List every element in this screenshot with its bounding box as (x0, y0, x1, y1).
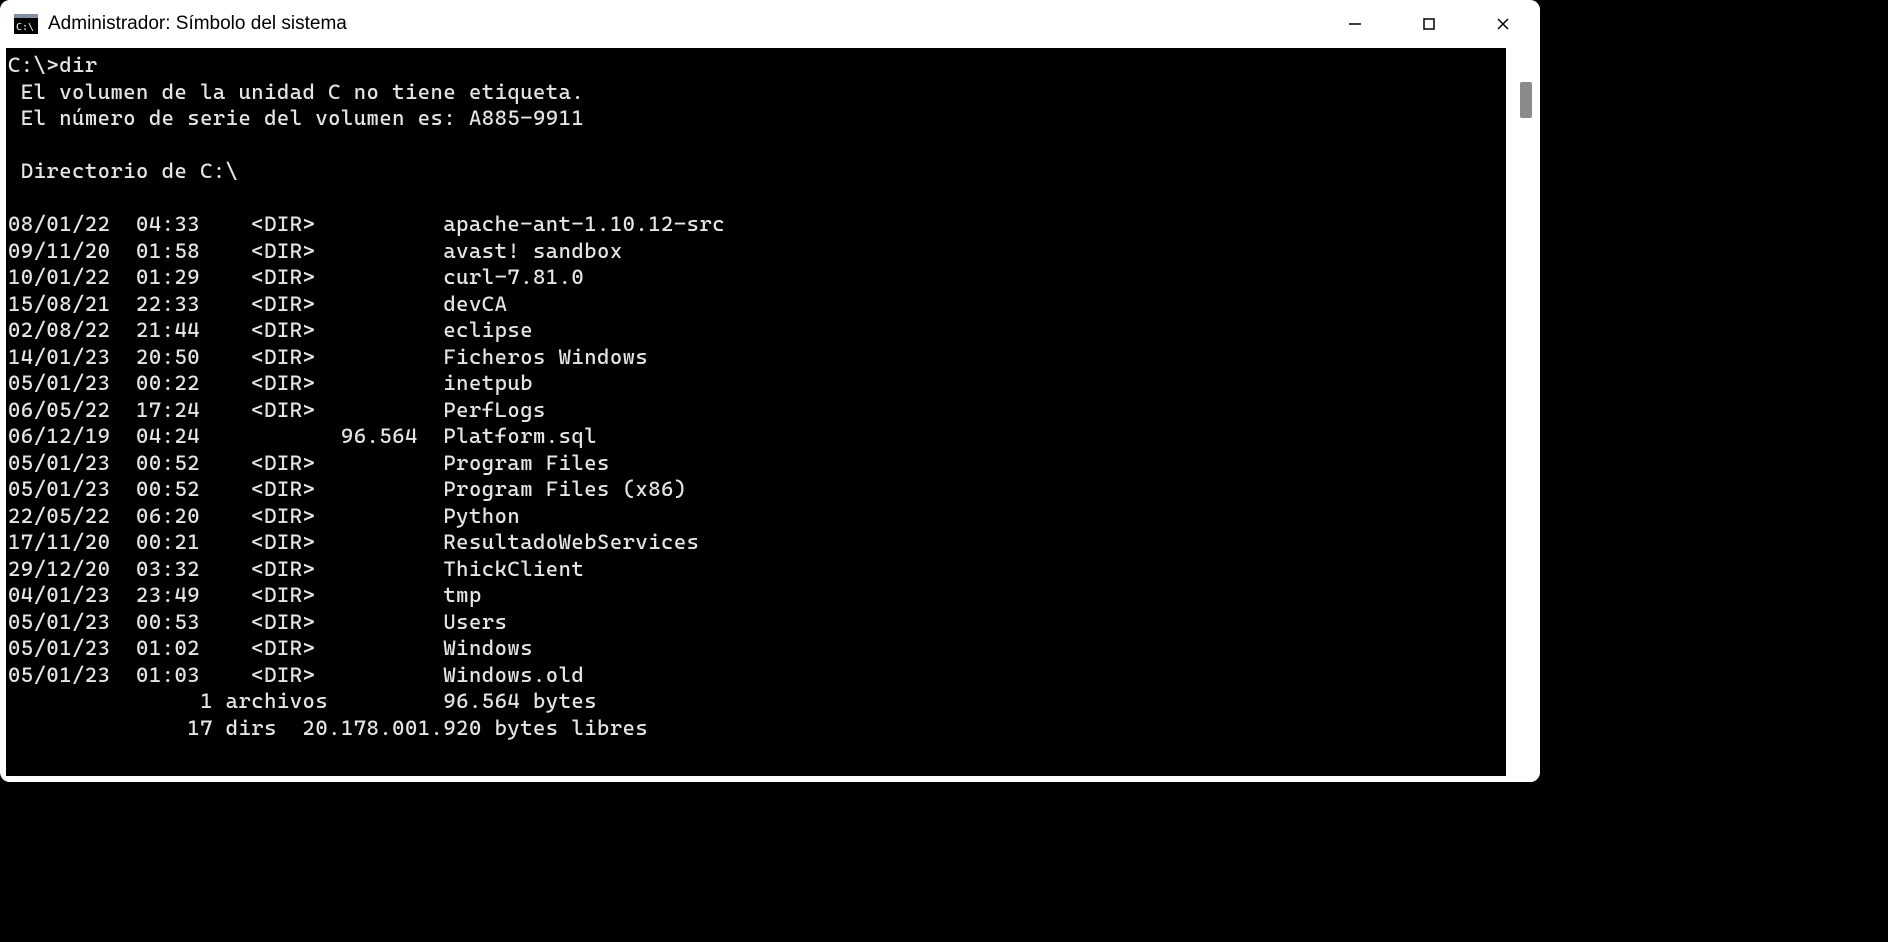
minimize-button[interactable] (1318, 0, 1392, 48)
window-controls (1318, 0, 1540, 48)
scrollbar-thumb[interactable] (1520, 82, 1532, 118)
svg-text:C:\: C:\ (16, 22, 34, 33)
cmd-window: C:\ Administrador: Símbolo del sistema C… (0, 0, 1540, 782)
terminal-area[interactable]: C:\>dir El volumen de la unidad C no tie… (6, 48, 1506, 776)
maximize-button[interactable] (1392, 0, 1466, 48)
right-border (1506, 48, 1540, 782)
bottom-border (0, 776, 1540, 782)
cmd-icon: C:\ (14, 14, 38, 34)
close-button[interactable] (1466, 0, 1540, 48)
window-title: Administrador: Símbolo del sistema (48, 13, 347, 35)
terminal-output: C:\>dir El volumen de la unidad C no tie… (6, 48, 1506, 745)
titlebar[interactable]: C:\ Administrador: Símbolo del sistema (0, 0, 1540, 48)
